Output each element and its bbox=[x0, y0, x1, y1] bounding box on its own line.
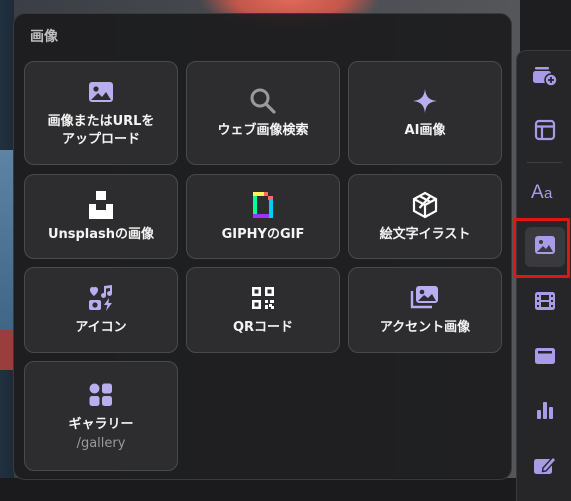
card-label: Unsplashの画像 bbox=[47, 226, 155, 242]
svg-text:A: A bbox=[531, 182, 544, 202]
rail-text[interactable]: Aa bbox=[525, 173, 565, 213]
web-image-search-card[interactable]: ウェブ画像検索 bbox=[186, 61, 340, 165]
card-label: GIPHYのGIF bbox=[221, 226, 305, 242]
emoji-illustration-icon bbox=[411, 190, 439, 220]
rail-chart[interactable] bbox=[525, 392, 565, 432]
add-card-icon bbox=[532, 65, 558, 91]
panel-title: 画像 bbox=[30, 29, 58, 45]
card-label: アイコン bbox=[75, 320, 127, 335]
unsplash-logo-icon bbox=[88, 190, 114, 220]
film-icon bbox=[534, 291, 556, 315]
image-insert-popover: 画像 画像またはURLを アップロード ウェブ画像検索 AI画像 Unsplas… bbox=[13, 13, 512, 480]
card-shortcut: /gallery bbox=[76, 435, 126, 451]
sparkle-icon bbox=[412, 86, 438, 116]
svg-text:a: a bbox=[544, 185, 553, 202]
unsplash-card[interactable]: Unsplashの画像 bbox=[24, 174, 178, 259]
text-style-icon: Aa bbox=[531, 180, 559, 206]
selected-highlight-box bbox=[513, 218, 570, 278]
gallery-card[interactable]: ギャラリー /gallery bbox=[24, 361, 178, 471]
background-detail bbox=[0, 330, 14, 370]
icons-icon bbox=[87, 283, 115, 313]
chart-icon bbox=[535, 400, 555, 424]
rail-embed[interactable] bbox=[525, 338, 565, 378]
embed-icon bbox=[534, 346, 556, 370]
card-label: ウェブ画像検索 bbox=[217, 123, 309, 138]
card-label: AI画像 bbox=[404, 123, 446, 138]
giphy-card[interactable]: GIPHYのGIF bbox=[186, 174, 340, 259]
giphy-logo-icon bbox=[251, 190, 275, 220]
gallery-icon bbox=[88, 380, 114, 410]
rail-divider bbox=[527, 162, 562, 163]
card-label: QRコード bbox=[232, 320, 294, 335]
rail-edit[interactable] bbox=[525, 447, 565, 487]
card-label: 絵文字イラスト bbox=[379, 226, 471, 242]
card-label: 画像またはURLを アップロード bbox=[47, 114, 155, 147]
edit-icon bbox=[533, 454, 557, 480]
ai-image-card[interactable]: AI画像 bbox=[348, 61, 502, 165]
background-window bbox=[0, 150, 14, 330]
accent-image-card[interactable]: アクセント画像 bbox=[348, 267, 502, 353]
card-label: アクセント画像 bbox=[379, 320, 471, 335]
layout-icon bbox=[534, 119, 556, 145]
rail-layout[interactable] bbox=[525, 112, 565, 152]
upload-image-card[interactable]: 画像またはURLを アップロード bbox=[24, 61, 178, 165]
image-upload-icon bbox=[88, 77, 114, 107]
background-bottom-strip bbox=[0, 478, 520, 501]
card-label: ギャラリー bbox=[68, 416, 134, 432]
qr-code-icon bbox=[251, 283, 275, 313]
icons-card[interactable]: アイコン bbox=[24, 267, 178, 353]
search-icon bbox=[249, 86, 277, 116]
qr-code-card[interactable]: QRコード bbox=[186, 267, 340, 353]
accent-image-icon bbox=[410, 283, 440, 313]
emoji-illustration-card[interactable]: 絵文字イラスト bbox=[348, 174, 502, 259]
rail-add-card[interactable] bbox=[525, 58, 565, 98]
rail-video[interactable] bbox=[525, 283, 565, 323]
